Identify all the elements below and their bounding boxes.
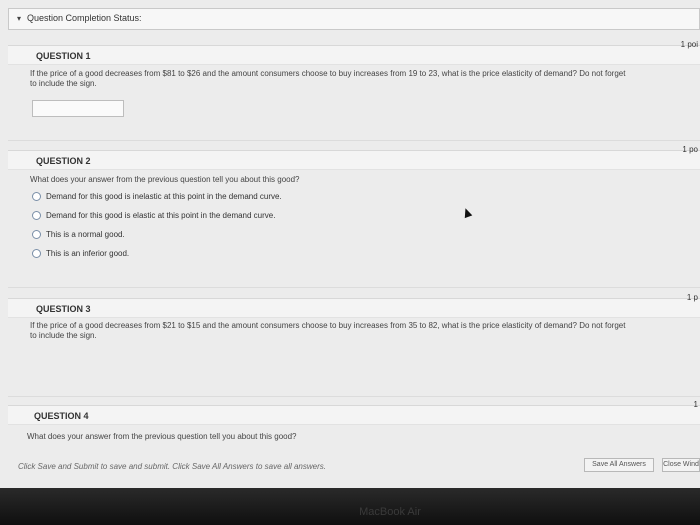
radio-button[interactable]	[32, 211, 41, 220]
question-1-answer-input[interactable]	[32, 100, 124, 117]
radio-button[interactable]	[32, 230, 41, 239]
divider	[8, 396, 700, 397]
option-label: This is a normal good.	[46, 230, 125, 239]
footer-instruction: Click Save and Submit to save and submit…	[18, 462, 326, 471]
laptop-bezel: MacBook Air	[0, 488, 700, 525]
question-3-points: 1 p	[686, 293, 698, 302]
question-3-text: If the price of a good decreases from $2…	[30, 321, 626, 340]
radio-button[interactable]	[32, 192, 41, 201]
question-2-points: 1 po	[682, 145, 698, 154]
option-label: This is an inferior good.	[46, 249, 130, 258]
collapse-arrow-icon[interactable]: ▾	[17, 14, 21, 23]
question-1-points: 1 poi	[680, 40, 698, 49]
question-2-title: QUESTION 2	[36, 156, 91, 166]
option-label: Demand for this good is inelastic at thi…	[46, 192, 282, 201]
mouse-cursor-icon	[461, 206, 473, 219]
question-4-header: QUESTION 4 1	[8, 400, 700, 425]
question-1-text: If the price of a good decreases from $8…	[30, 69, 626, 88]
option-label: Demand for this good is elastic at this …	[46, 211, 276, 220]
close-window-button[interactable]: Close Wind	[662, 458, 700, 472]
radio-button[interactable]	[32, 249, 41, 258]
laptop-brand-label: MacBook Air	[359, 506, 421, 518]
save-all-answers-button[interactable]: Save All Answers	[584, 458, 654, 472]
question-1-title: QUESTION 1	[36, 51, 91, 61]
question-3-title: QUESTION 3	[36, 304, 91, 314]
question-4-title: QUESTION 4	[34, 411, 89, 421]
status-label: Question Completion Status:	[27, 13, 142, 23]
question-completion-status[interactable]: ▾ Question Completion Status:	[8, 8, 700, 30]
question-4-text: What does your answer from the previous …	[27, 432, 297, 441]
divider	[8, 140, 700, 141]
question-4-points: 1	[693, 400, 698, 409]
question-2-text: What does your answer from the previous …	[30, 175, 300, 184]
question-3-header: QUESTION 3 1 p	[8, 293, 700, 318]
divider	[8, 287, 700, 288]
question-2-header: QUESTION 2 1 po	[8, 145, 700, 170]
browser-screen: ▾ Question Completion Status: QUESTION 1…	[0, 0, 700, 488]
question-1-header: QUESTION 1 1 poi	[8, 40, 700, 65]
